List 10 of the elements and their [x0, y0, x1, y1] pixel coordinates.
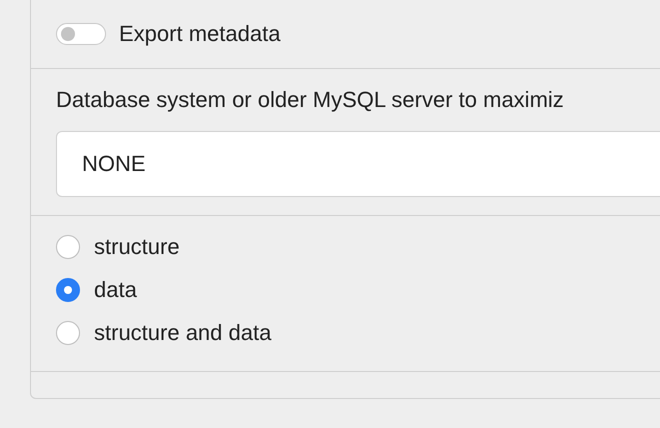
radio-label: data	[94, 277, 137, 303]
radio-label: structure	[94, 234, 180, 260]
radio-button[interactable]	[56, 321, 80, 345]
radio-button[interactable]	[56, 278, 80, 302]
export-metadata-label: Export metadata	[119, 21, 280, 47]
export-metadata-toggle[interactable]	[56, 23, 106, 45]
compatibility-select[interactable]: NONE	[56, 131, 660, 197]
compatibility-label: Database system or older MySQL server to maximiz	[56, 87, 565, 113]
radio-button[interactable]	[56, 235, 80, 259]
radio-label: structure and data	[94, 320, 272, 346]
